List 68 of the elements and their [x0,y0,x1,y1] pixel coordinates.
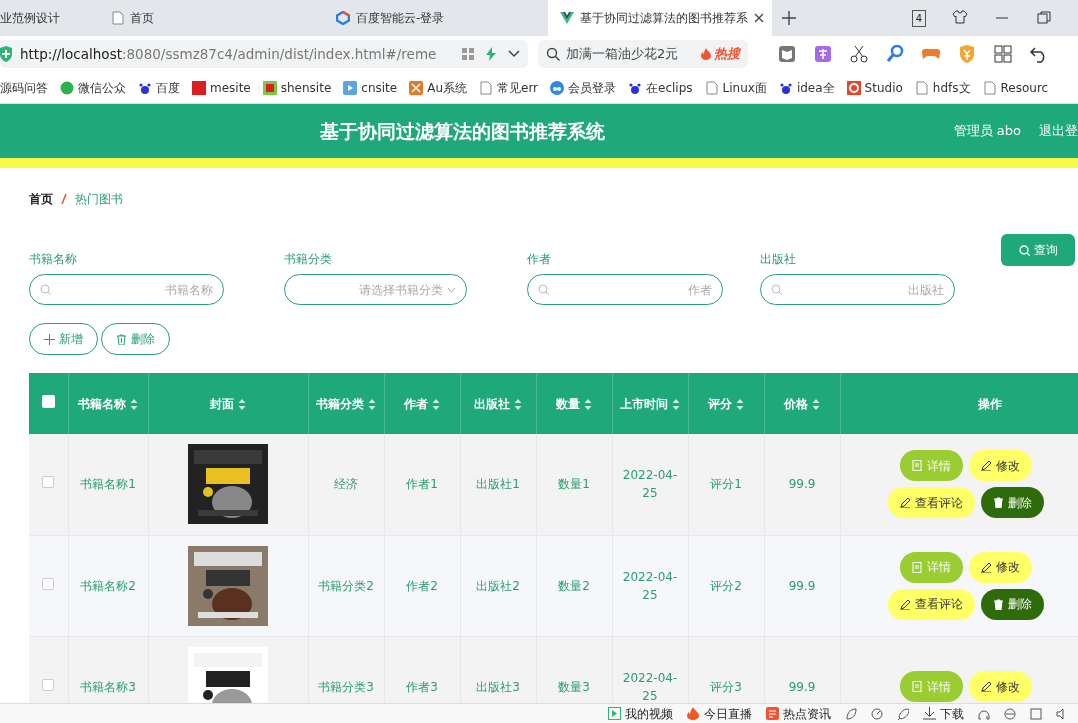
filter-label: 书籍分类 [284,251,333,268]
delete-button[interactable]: 删除 [101,323,170,355]
breadcrumb-item[interactable]: 首页 [29,190,53,208]
table-cell-text: 出版社3 [476,679,520,694]
table-cell-text: 评分1 [710,477,742,492]
table-cell-text: 出版社1 [476,477,520,492]
address-bar[interactable]: http://localhost:8080/ssmz87c4/admin/dist/index.html#/reme [0,40,528,68]
delete-button[interactable]: 删除 [980,588,1044,620]
filter-label: 出版社 [760,251,797,268]
view-comments-button[interactable]: 查看评论 [887,588,975,620]
status-bar-item[interactable]: 热点资讯 [766,704,831,723]
table-cell-text: 数量3 [558,679,590,694]
table-cell-text: 经济 [334,477,358,492]
browser-tab[interactable]: 首页 [100,0,324,36]
table-cell-text: 评分2 [710,578,742,593]
filter-label: 作者 [527,251,552,268]
table-cell-text: 书籍名称1 [80,477,136,492]
bookmark[interactable]: 会员登录 [550,78,617,97]
status-bar-item[interactable]: 今日直播 [687,704,752,723]
table-cell-text: 作者1 [406,477,438,492]
user-name: 管理员 abo [953,122,1021,141]
view-comments-button[interactable]: 查看评论 [887,487,975,519]
bookmark[interactable]: Au系统 [409,78,467,97]
browser-tab[interactable]: 业范例设计 [0,0,100,36]
bookmark[interactable]: 百度 [138,78,180,97]
table-cell-text: 2022-04-25 [622,670,678,703]
edit-button[interactable]: 修改 [968,551,1032,583]
bookmark[interactable]: idea全 [778,78,835,97]
bookmark[interactable]: Studio [846,78,903,97]
table-cell-text: 评分3 [710,679,742,694]
status-bar-item[interactable]: 下载 [923,704,964,723]
bookmark[interactable]: cnsite [343,78,398,97]
bookmark[interactable]: 微信公众 [60,78,126,97]
bookmark[interactable]: 源码问答 [0,78,48,97]
browser-tab[interactable]: 基于协同过滤算法的图书推荐系 [548,0,772,36]
table-cell-text: 数量2 [558,578,590,593]
table-cell-text: 99.9 [788,578,816,593]
bookmark[interactable]: 在eclips [628,78,693,97]
app-title: 基于协同过滤算法的图书推荐系统 [320,118,606,144]
table-cell-text: 出版社2 [476,578,520,593]
bookmark[interactable]: Resourc [982,78,1049,97]
filter-label: 书籍名称 [29,251,78,268]
bookmark[interactable]: hdfs文 [914,78,971,97]
bookmark[interactable]: mesite [192,78,251,97]
edit-button[interactable]: 修改 [968,671,1032,702]
table-cell-text: 数量1 [558,477,590,492]
table-cell-text: 99.9 [788,477,816,492]
table-cell-text: 书籍分类2 [318,578,374,593]
url-text: http://localhost:8080/ssmz87c4/admin/dist/index.html#/reme [20,44,437,64]
breadcrumb-item[interactable]: 热门图书 [75,190,123,208]
status-bar-item[interactable]: 我的视频 [608,704,673,723]
bookmark[interactable]: Linux面 [704,78,767,97]
bookmark[interactable]: shensite [262,78,332,97]
table-cell-text: 2022-04-25 [622,468,678,501]
bookmark[interactable]: 常见err [479,78,539,97]
table-cell-text: 书籍名称2 [80,578,136,593]
table-cell-text: 作者3 [406,679,438,694]
browser-tab[interactable]: 百度智能云-登录 [324,0,548,36]
search-field[interactable]: 加满一箱油少花2元 热搜 [538,40,748,68]
table-cell-text: 99.9 [788,679,816,694]
table-cell-text: 书籍分类3 [318,679,374,694]
delete-button[interactable]: 删除 [980,487,1044,519]
table-cell-text: 书籍名称3 [80,679,136,694]
table-cell-text: 2022-04-25 [622,569,678,602]
table-cell-text: 作者2 [406,578,438,593]
edit-button[interactable]: 修改 [968,450,1032,482]
add-button[interactable]: 新增 [29,323,98,355]
tab-count[interactable]: 4 [911,9,926,27]
